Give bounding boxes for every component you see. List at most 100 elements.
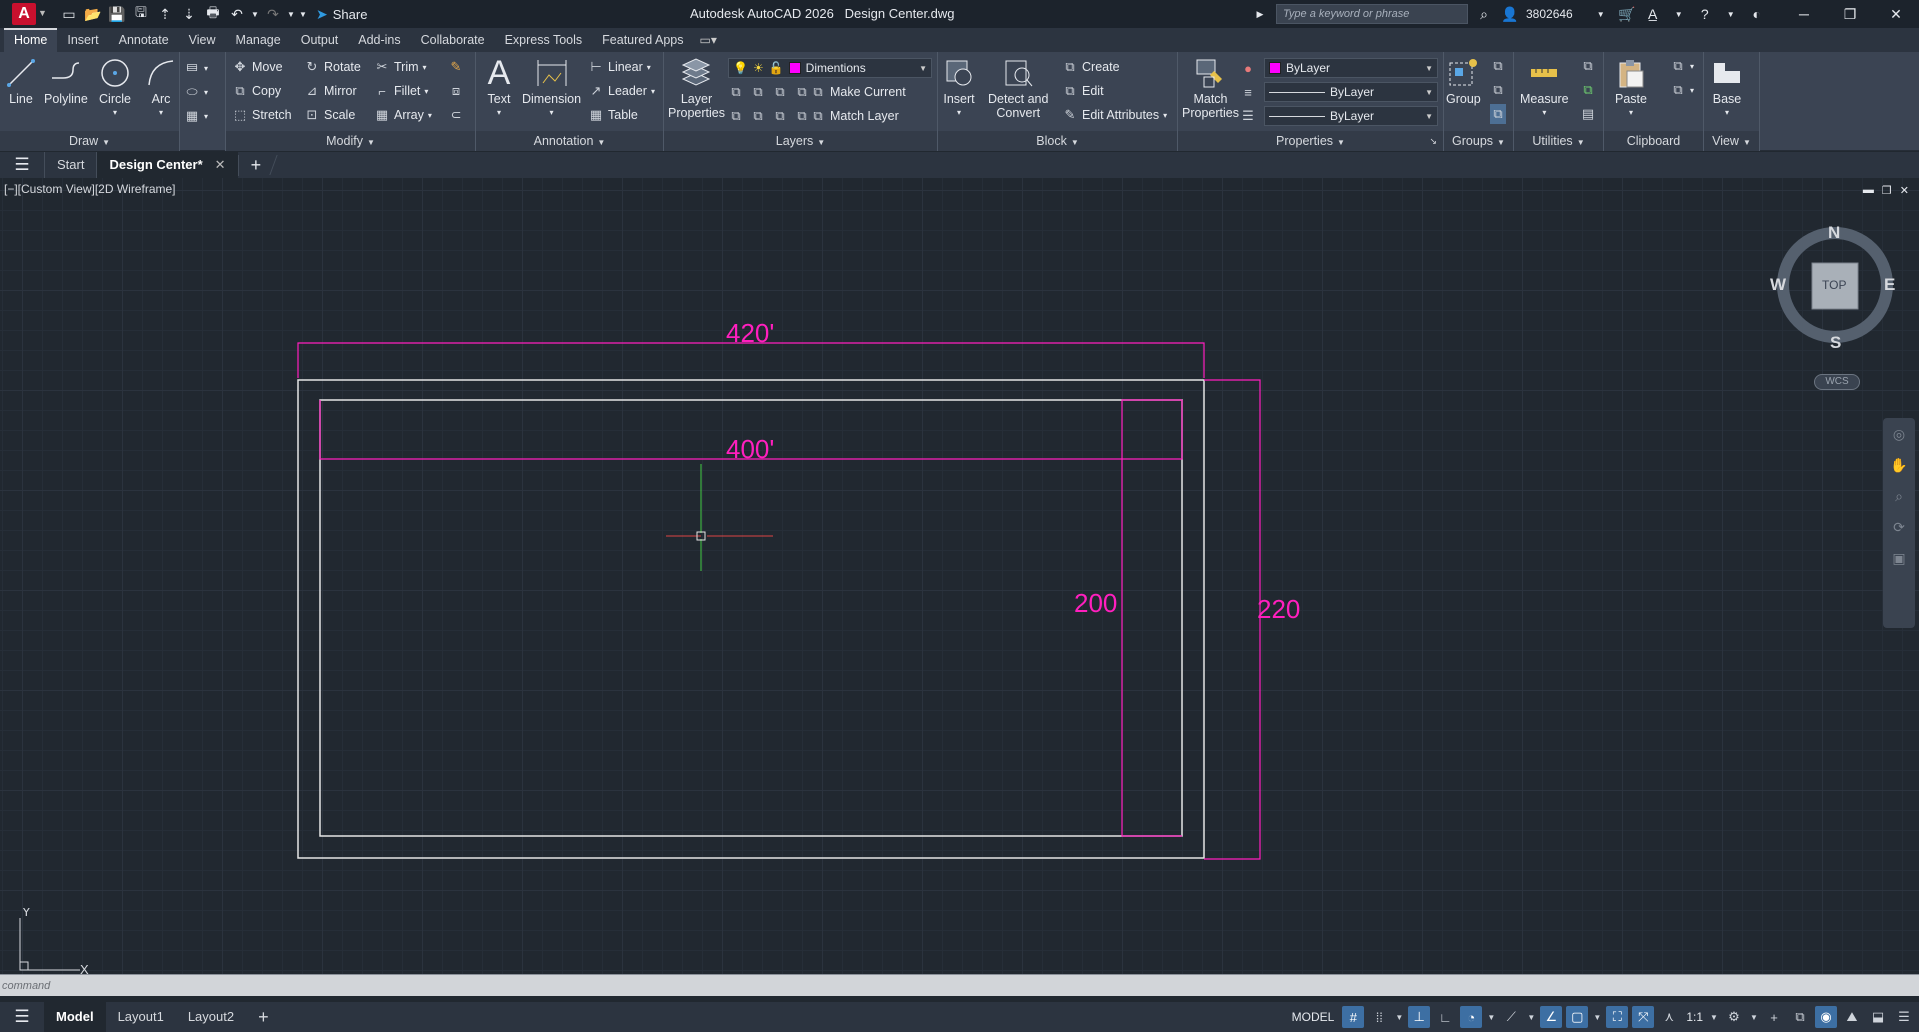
customize-status-bar-icon[interactable]: ☰ [1893,1006,1915,1028]
dimension-line-420[interactable] [297,342,1205,378]
polar-tracking-icon[interactable]: ◔ [1460,1006,1483,1028]
layer-isolate-icon[interactable]: ⧉ [728,84,744,100]
linear-button[interactable]: ⊢ Linear ▾ [588,57,650,77]
account-dropdown-icon[interactable]: ▼ [1669,10,1689,19]
help-icon[interactable]: ? [1695,6,1715,22]
clean-screen-icon[interactable]: ⬓ [1867,1006,1889,1028]
isometric-icon[interactable]: ⟋ [1500,1006,1522,1028]
polyline-button[interactable]: Polyline [44,56,88,106]
workspace-dropdown-icon[interactable]: ▼ [1749,1006,1759,1028]
erase-button[interactable]: ✎ [448,57,464,77]
scale-dropdown-icon[interactable]: ▼ [1709,1006,1719,1028]
viewcube[interactable]: N S E W TOP [1770,223,1900,353]
tab-layout1[interactable]: Layout1 [106,1002,176,1032]
block-panel-title[interactable]: Block ▼ [938,131,1177,151]
stretch-button[interactable]: ⬚ Stretch [232,105,292,125]
tab-annotate[interactable]: Annotate [109,28,179,52]
layer-previous-icon[interactable]: ⧉ [750,108,766,124]
layer-properties-button[interactable]: Layer Properties [668,56,725,120]
application-menu-button[interactable]: A [12,3,36,25]
lineweight-dropdown[interactable]: ByLayer ▼ [1264,82,1438,102]
undo-icon[interactable]: ↶ [226,3,248,25]
minimize-icon[interactable]: ─ [1781,0,1827,28]
tab-layout2[interactable]: Layout2 [176,1002,246,1032]
leader-button[interactable]: ↗ Leader ▾ [588,81,655,101]
measure-button[interactable]: Measure ▾ [1520,56,1569,120]
tab-design-center[interactable]: Design Center* ✕ [96,152,238,178]
dimension-line-200[interactable] [1121,399,1182,837]
isolate-objects-icon[interactable]: ◉ [1815,1006,1837,1028]
quick-select-button[interactable]: ⧉ [1580,56,1596,76]
explode-button[interactable]: ⧈ [448,81,464,101]
layout-menu-icon[interactable]: ☰ [0,1007,44,1027]
chevron-down-icon[interactable]: ▼ [38,8,47,18]
plot-icon[interactable]: 🖶 [202,3,224,25]
compass-west[interactable]: W [1770,275,1786,295]
utilities-panel-title[interactable]: Utilities ▼ [1514,131,1603,151]
cut-button[interactable]: ⧉ ▾ [1670,56,1694,76]
snap-dropdown-icon[interactable]: ▼ [1394,1006,1404,1028]
expand-arrow-icon[interactable]: ▶ [1250,9,1270,20]
steering-wheel-icon[interactable]: ◎ [1893,426,1905,443]
move-button[interactable]: ✥ Move [232,57,283,77]
match-properties-button[interactable]: Match Properties [1182,56,1239,120]
edit-block-button[interactable]: ⧉ Edit [1062,81,1103,101]
wcs-menu[interactable]: WCS [1814,374,1860,390]
feedback-icon[interactable]: ◐ [1747,6,1767,22]
tab-model[interactable]: Model [44,1002,106,1032]
user-dropdown-icon[interactable]: ▼ [1591,10,1611,19]
search-icon[interactable]: ⌕ [1474,6,1494,23]
auto-scale-icon[interactable]: ⤧ [1632,1006,1655,1028]
dialog-launcher-icon[interactable]: ↘ [1429,131,1437,151]
maximize-icon[interactable]: ❐ [1827,0,1873,28]
trim-button[interactable]: ✂ Trim ▾ [374,57,427,77]
redo-dropdown-icon[interactable]: ▼ [286,3,296,25]
tab-insert[interactable]: Insert [57,28,108,52]
grid-icon[interactable]: # [1342,1006,1365,1028]
viewcube-top-label[interactable]: TOP [1822,278,1846,292]
close-icon[interactable]: ✕ [215,152,226,178]
dimension-line-220[interactable] [1204,379,1261,860]
object-snap-icon[interactable]: ▢ [1566,1006,1589,1028]
compass-south[interactable]: S [1830,333,1841,353]
group-edit-button[interactable]: ⧉ [1490,80,1506,100]
dimension-text-400[interactable]: 400' [726,434,774,464]
match-layer-button[interactable]: ⧉ Match Layer [810,106,898,126]
layer-freeze-icon[interactable]: ⧉ [772,84,788,100]
layer-match-icon[interactable]: ⧉ [728,108,744,124]
fillet-button[interactable]: ⌐ Fillet ▾ [374,81,428,101]
layer-on-icon[interactable]: ⧉ [772,108,788,124]
group-button[interactable]: Group [1446,56,1481,106]
redo-icon[interactable]: ↷ [262,3,284,25]
annotation-scale-icon[interactable]: ⋏ [1658,1006,1680,1028]
color-wheel-button[interactable]: ● [1240,58,1256,78]
tab-featured-apps[interactable]: Featured Apps [592,28,693,52]
rectangle-tool-button[interactable]: ▭ ▾ [184,58,208,78]
modify-panel-title[interactable]: Modify ▼ [226,131,475,151]
calculator-button[interactable]: ▤ [1580,104,1596,124]
help-dropdown-icon[interactable]: ▼ [1721,10,1741,19]
workspace-gear-icon[interactable]: ⚙ [1723,1006,1745,1028]
new-tab-plus-icon[interactable]: + [237,154,274,176]
arc-button[interactable]: Arc ▾ [144,56,178,120]
base-view-button[interactable]: Base ▾ [1710,56,1744,120]
tab-output[interactable]: Output [291,28,349,52]
dynamic-input-icon[interactable]: ∟ [1434,1006,1456,1028]
draw-panel-title[interactable]: Draw ▼ [0,131,179,151]
annotation-visibility-icon[interactable]: ⛶ [1606,1006,1629,1028]
linetype-dropdown[interactable]: ByLayer ▼ [1264,106,1438,126]
tab-collaborate[interactable]: Collaborate [411,28,495,52]
annotation-scale-value[interactable]: 1:1 [1684,1010,1705,1024]
inner-rectangle[interactable] [319,399,1183,837]
pan-icon[interactable]: ✋ [1890,457,1907,474]
object-snap-dropdown-icon[interactable]: ▼ [1592,1006,1602,1028]
units-icon[interactable]: ⧉ [1789,1006,1811,1028]
line-button[interactable]: Line [4,56,38,106]
infer-constraints-icon[interactable]: ⊥ [1408,1006,1431,1028]
customize-qat-icon[interactable]: ▼ [298,3,308,25]
lineweight-icon-button[interactable]: ≡ [1240,82,1256,102]
user-icon[interactable]: 👤 [1500,6,1520,23]
layer-unlock-icon[interactable]: ⧉ [794,108,810,124]
close-icon[interactable]: ✕ [1873,0,1919,28]
showmotion-icon[interactable]: ▣ [1892,550,1905,567]
